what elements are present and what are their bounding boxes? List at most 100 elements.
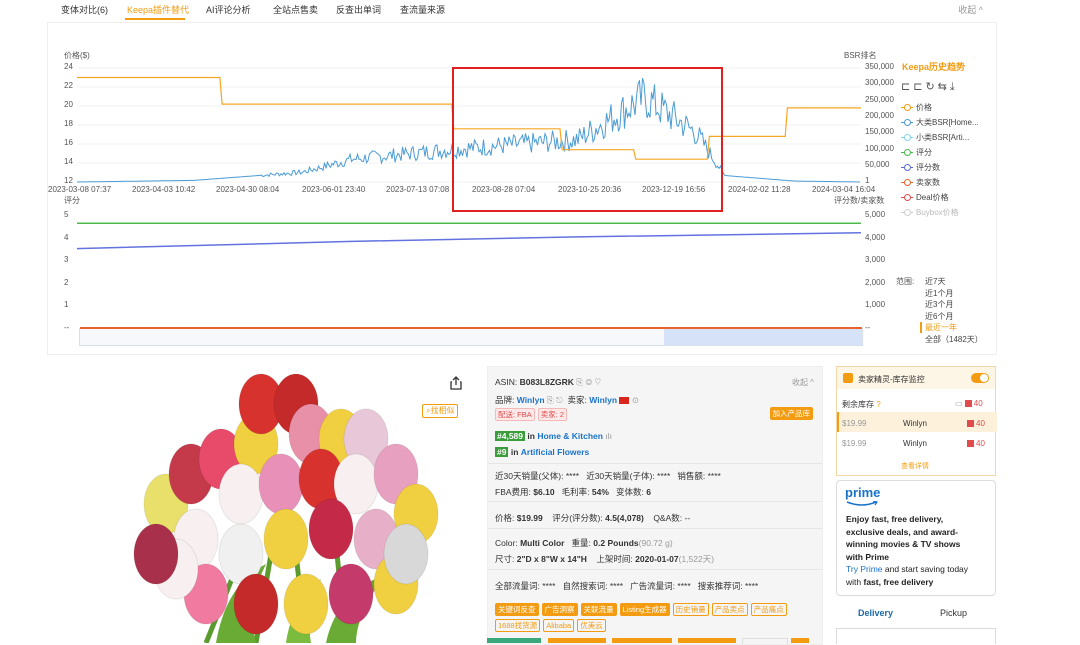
date-tick: 2024-03-04 16:04 xyxy=(812,185,876,194)
view-details-link[interactable]: 查看详情 xyxy=(901,461,929,471)
help-icon[interactable]: ? xyxy=(876,400,880,409)
revenue-label: 销售额: xyxy=(677,471,706,481)
find-similar-button[interactable]: ⌕找相似 xyxy=(422,404,459,418)
tool-selling-points[interactable]: 产品卖点 xyxy=(711,603,748,616)
range-option[interactable]: 近6个月 xyxy=(925,311,953,322)
bottom-button-2[interactable] xyxy=(548,638,606,643)
range-navigator[interactable] xyxy=(79,327,863,346)
legend-item[interactable]: 评分 xyxy=(901,147,932,158)
tool-youmeiyun[interactable]: 优美云 xyxy=(577,619,606,632)
rating-tick: 4 xyxy=(64,232,69,242)
product-image[interactable] xyxy=(96,364,472,643)
prime-promo-panel[interactable]: prime Enjoy fast, free delivery, exclusi… xyxy=(836,480,996,596)
swap-icon[interactable]: ⇆ xyxy=(938,81,950,93)
stock-count-value: 40 xyxy=(973,399,983,408)
add-product-button[interactable]: 加入产品库 xyxy=(769,407,813,420)
tulip-flower xyxy=(258,453,304,515)
bottom-button-1[interactable] xyxy=(487,638,541,643)
range-option[interactable]: 全部（1482天） xyxy=(925,334,983,345)
location-icon[interactable]: ⊙ xyxy=(632,395,639,405)
sales-child-value: **** xyxy=(657,471,671,481)
tool-alibaba[interactable]: Alibaba xyxy=(543,619,575,632)
range-option[interactable]: 最近一年 xyxy=(920,322,957,333)
rating-axis-label: 评分 xyxy=(64,196,80,205)
rank2-in: in xyxy=(510,447,519,457)
variants-label: 变体数: xyxy=(616,487,644,497)
tab-ai-review[interactable]: AI评论分析 xyxy=(206,3,251,16)
tool-history-sales[interactable]: 历史销量 xyxy=(672,603,709,616)
info-collapse-button[interactable]: 收起 ^ xyxy=(792,377,814,388)
review-count-series-line[interactable] xyxy=(77,232,861,250)
offer-seller[interactable]: Winlyn xyxy=(903,439,927,448)
tab-traffic-source[interactable]: 查流量来源 xyxy=(400,3,445,16)
try-prime-link[interactable]: Try Prime xyxy=(846,564,883,574)
tab-reverse-keywords[interactable]: 反查出单词 xyxy=(336,3,381,16)
size-label: 尺寸: xyxy=(495,554,515,564)
legend-item[interactable]: 卖家数 xyxy=(901,177,940,188)
asin-value[interactable]: B083L8ZGRK xyxy=(520,377,574,387)
tool-related-traffic[interactable]: 关联流量 xyxy=(580,603,617,616)
share-icon[interactable] xyxy=(450,376,462,390)
tab-all-sites[interactable]: 全站点售卖 xyxy=(273,3,318,16)
weight-grams: (90.72 g) xyxy=(638,538,673,548)
date-tick: 2023-04-03 10:42 xyxy=(132,185,196,194)
fba-fee-value: $6.10 xyxy=(533,487,555,497)
stock-label: 剩余库存 xyxy=(842,400,874,409)
panel-title: 卖家精灵-库存监控 xyxy=(858,375,925,384)
collapse-button[interactable]: 收起 ^ xyxy=(958,3,983,16)
inventory-icon xyxy=(964,400,972,408)
copy-icon[interactable]: ⎘ ◎ ♡ xyxy=(576,377,601,387)
offer-seller[interactable]: Winlyn xyxy=(903,419,927,428)
price-tick: 20 xyxy=(64,100,73,109)
prime-line: exclusive deals, and award- xyxy=(846,526,958,537)
find-similar-label: 找相似 xyxy=(430,406,455,415)
legend-item[interactable]: 价格 xyxy=(901,102,932,113)
stock-label-row: 剩余库存 ? xyxy=(842,399,881,410)
brand-link[interactable]: Winlyn xyxy=(517,395,545,405)
tool-ad-insight[interactable]: 广告洞察 xyxy=(541,603,578,616)
range-option[interactable]: 近7天 xyxy=(925,276,945,287)
bsr-tick: 1 xyxy=(865,176,870,186)
bottom-button-4[interactable] xyxy=(678,638,736,643)
tab-keepa[interactable]: Keepa插件替代 xyxy=(127,3,189,16)
refresh-icon[interactable]: ↻ xyxy=(925,81,937,93)
legend-item[interactable]: 小类BSR[Arti... xyxy=(901,132,969,143)
monitor-toggle[interactable] xyxy=(971,373,989,383)
prime-line: with Prime xyxy=(846,551,889,562)
tool-pain-points[interactable]: 产品痛点 xyxy=(750,603,787,616)
seller-link[interactable]: Winlyn xyxy=(589,395,617,405)
traffic-recommend-label: 搜索推荐词: xyxy=(697,581,743,591)
zoom-out-icon[interactable]: ⊏ xyxy=(913,81,925,93)
fba-tag: 配送: FBA xyxy=(495,408,535,421)
range-option[interactable]: 近3个月 xyxy=(925,299,953,310)
weight-label: 重量: xyxy=(571,538,591,548)
download-icon[interactable]: ⤓ xyxy=(950,81,958,93)
legend-item[interactable]: Buybox价格 xyxy=(901,207,959,218)
bottom-button-6[interactable] xyxy=(791,638,809,643)
legend-item[interactable]: 评分数 xyxy=(901,162,940,173)
stock-count: ▭ 40 xyxy=(955,399,983,408)
bottom-button-5[interactable] xyxy=(742,638,788,644)
delivery-content xyxy=(836,628,996,644)
brand-icons[interactable]: ⎘ ⎋ xyxy=(547,395,563,405)
legend-item[interactable]: Deal价格 xyxy=(901,192,948,203)
prime-logo: prime xyxy=(845,485,881,500)
date-tick: 2023-06-01 23:40 xyxy=(302,185,366,194)
rating-review-chart[interactable] xyxy=(77,208,861,330)
tool-keyword-reverse[interactable]: 关键词反查 xyxy=(495,603,539,616)
range-option[interactable]: 近1个月 xyxy=(925,288,953,299)
navigator-selection[interactable] xyxy=(664,329,862,345)
bar-chart-icon[interactable]: ılı xyxy=(605,431,612,441)
tab-variant-compare[interactable]: 变体对比(6) xyxy=(61,3,108,16)
bottom-button-3[interactable] xyxy=(612,638,672,643)
tab-delivery[interactable]: Delivery xyxy=(858,608,893,618)
legend-item[interactable]: 大类BSR[Home... xyxy=(901,117,979,128)
rank1-category-link[interactable]: Home & Kitchen xyxy=(537,431,603,441)
tab-pickup[interactable]: Pickup xyxy=(940,608,967,618)
rank2-category-link[interactable]: Artificial Flowers xyxy=(521,447,590,457)
zoom-in-icon[interactable]: ⊏ xyxy=(901,81,913,93)
offer-count: 40 xyxy=(967,419,985,428)
range-label: 范围: xyxy=(896,277,915,286)
tool-listing-generator[interactable]: Listing生成器 xyxy=(619,603,670,616)
tool-1688-source[interactable]: 1688找货源 xyxy=(495,619,541,632)
